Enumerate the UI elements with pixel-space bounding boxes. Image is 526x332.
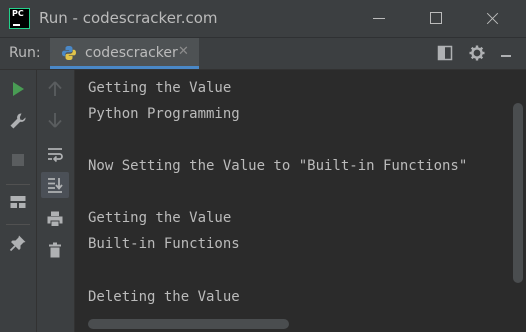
- tab-codescracker[interactable]: codescracker ✕: [50, 38, 199, 69]
- pin-icon[interactable]: [9, 234, 27, 252]
- trash-icon[interactable]: [46, 241, 64, 259]
- scroll-to-end-icon[interactable]: [46, 176, 64, 194]
- console-line: Getting the Value: [88, 80, 232, 96]
- down-arrow-icon[interactable]: [46, 111, 64, 129]
- tab-close-icon[interactable]: ✕: [178, 44, 189, 59]
- console-line: Getting the Value: [88, 210, 232, 226]
- console-line: Python Programming: [88, 106, 240, 122]
- run-toolwindow-header: Run: codescracker ✕: [0, 38, 526, 70]
- layout-grid-icon[interactable]: [9, 193, 27, 211]
- maximize-button[interactable]: [413, 0, 459, 37]
- python-icon: [62, 46, 76, 60]
- minimize-button[interactable]: [356, 0, 402, 37]
- wrench-icon[interactable]: [9, 112, 27, 130]
- rerun-play-icon[interactable]: [9, 80, 27, 98]
- run-label: Run:: [9, 45, 41, 61]
- app-icon-text: PC: [12, 9, 24, 18]
- run-toolbar-left: [0, 70, 37, 332]
- pycharm-logo-icon: PC: [9, 8, 30, 29]
- horizontal-scrollbar[interactable]: [88, 319, 289, 329]
- title-bar: PC Run - codescracker.com: [0, 0, 526, 38]
- run-toolbar-right: [37, 70, 75, 332]
- close-button[interactable]: [470, 0, 516, 37]
- window-title: Run - codescracker.com: [39, 9, 218, 27]
- tab-label: codescracker: [85, 45, 178, 61]
- gear-icon[interactable]: [469, 45, 485, 61]
- console-line: Deleting the Value: [88, 289, 240, 305]
- layout-icon[interactable]: [437, 45, 453, 61]
- console-line: Built-in Functions: [88, 236, 240, 252]
- soft-wrap-icon[interactable]: [46, 145, 64, 163]
- up-arrow-icon[interactable]: [46, 80, 64, 98]
- minimize-panel-icon[interactable]: [498, 45, 514, 61]
- vertical-scrollbar[interactable]: [513, 103, 523, 283]
- console-line: Now Setting the Value to "Built-in Funct…: [88, 158, 468, 174]
- console-output[interactable]: Getting the Value Python Programming Now…: [75, 70, 526, 332]
- print-icon[interactable]: [46, 210, 64, 228]
- stop-icon[interactable]: [9, 151, 27, 169]
